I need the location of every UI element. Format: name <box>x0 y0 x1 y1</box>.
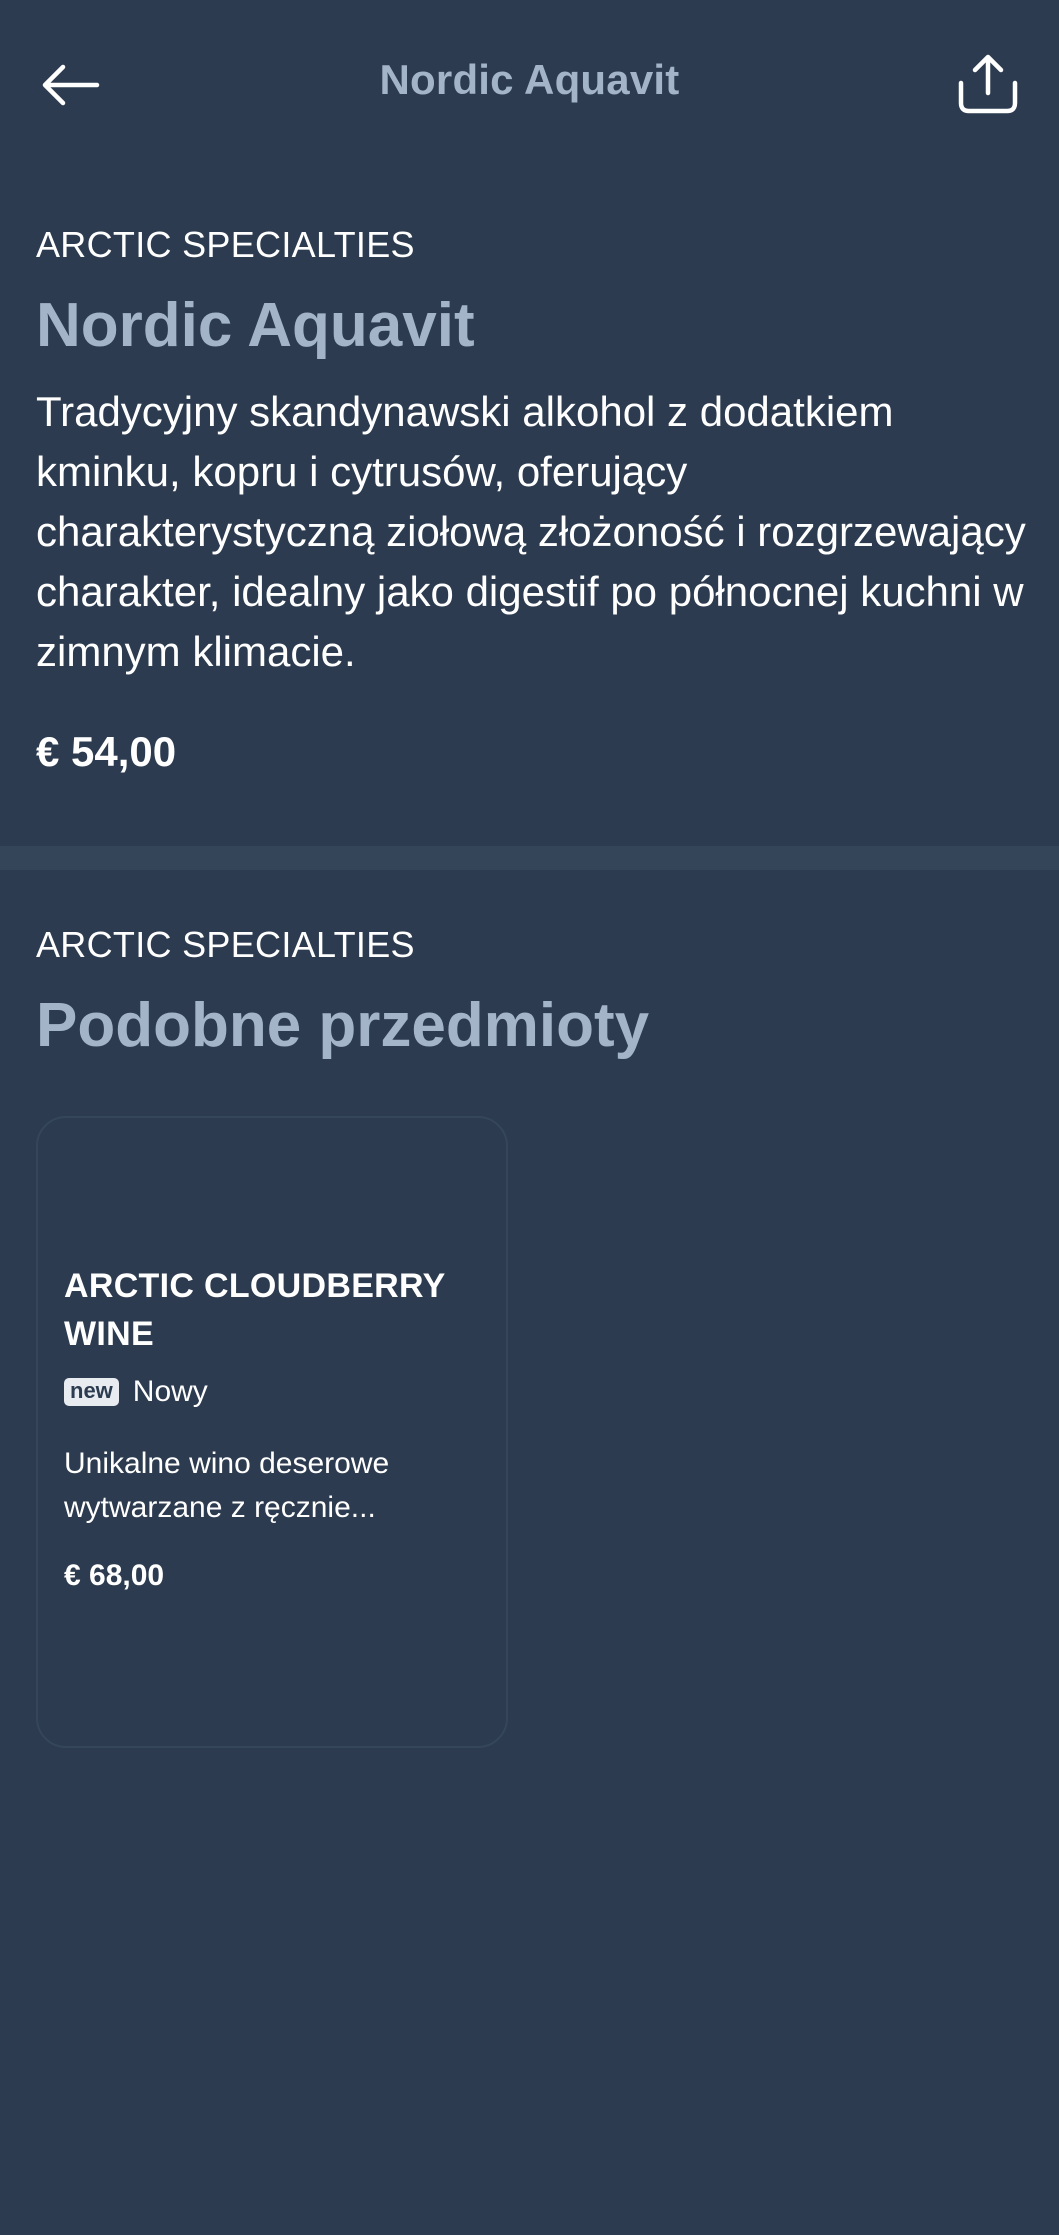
card-badge-row: new Nowy <box>64 1372 484 1412</box>
page-title: Nordic Aquavit <box>379 56 680 103</box>
similar-category: ARCTIC SPECIALTIES <box>36 924 415 965</box>
share-icon <box>958 54 1018 114</box>
section-divider <box>0 846 1059 870</box>
similar-items-section: ARCTIC SPECIALTIES Podobne przedmioty <box>36 918 1026 1064</box>
product-category: ARCTIC SPECIALTIES <box>36 224 415 265</box>
card-item-price: € 68,00 <box>64 1559 165 1592</box>
product-price: € 54,00 <box>36 728 177 775</box>
card-item-description: Unikalne wino deserowe wytwarzane z ręcz… <box>64 1447 390 1524</box>
similar-item-card[interactable]: ARCTIC CLOUDBERRY WINE new Nowy Unikalne… <box>36 1116 508 1748</box>
badge-label: Nowy <box>132 1375 208 1408</box>
product-title: Nordic Aquavit <box>36 291 475 360</box>
product-section: ARCTIC SPECIALTIES Nordic Aquavit Tradyc… <box>36 218 1026 780</box>
new-badge: new <box>64 1378 119 1406</box>
share-button[interactable] <box>953 48 1023 120</box>
card-item-name: ARCTIC CLOUDBERRY WINE <box>64 1267 445 1353</box>
top-bar: Nordic Aquavit <box>0 0 1059 168</box>
card-content: ARCTIC CLOUDBERRY WINE new Nowy Unikalne… <box>64 1262 484 1596</box>
product-detail-page: Nordic Aquavit ARCTIC SPECIALTIES Nordic… <box>0 0 1059 2235</box>
similar-items-title: Podobne przedmioty <box>36 991 650 1060</box>
product-description: Tradycyjny skandynawski alkohol z dodatk… <box>36 388 1026 675</box>
